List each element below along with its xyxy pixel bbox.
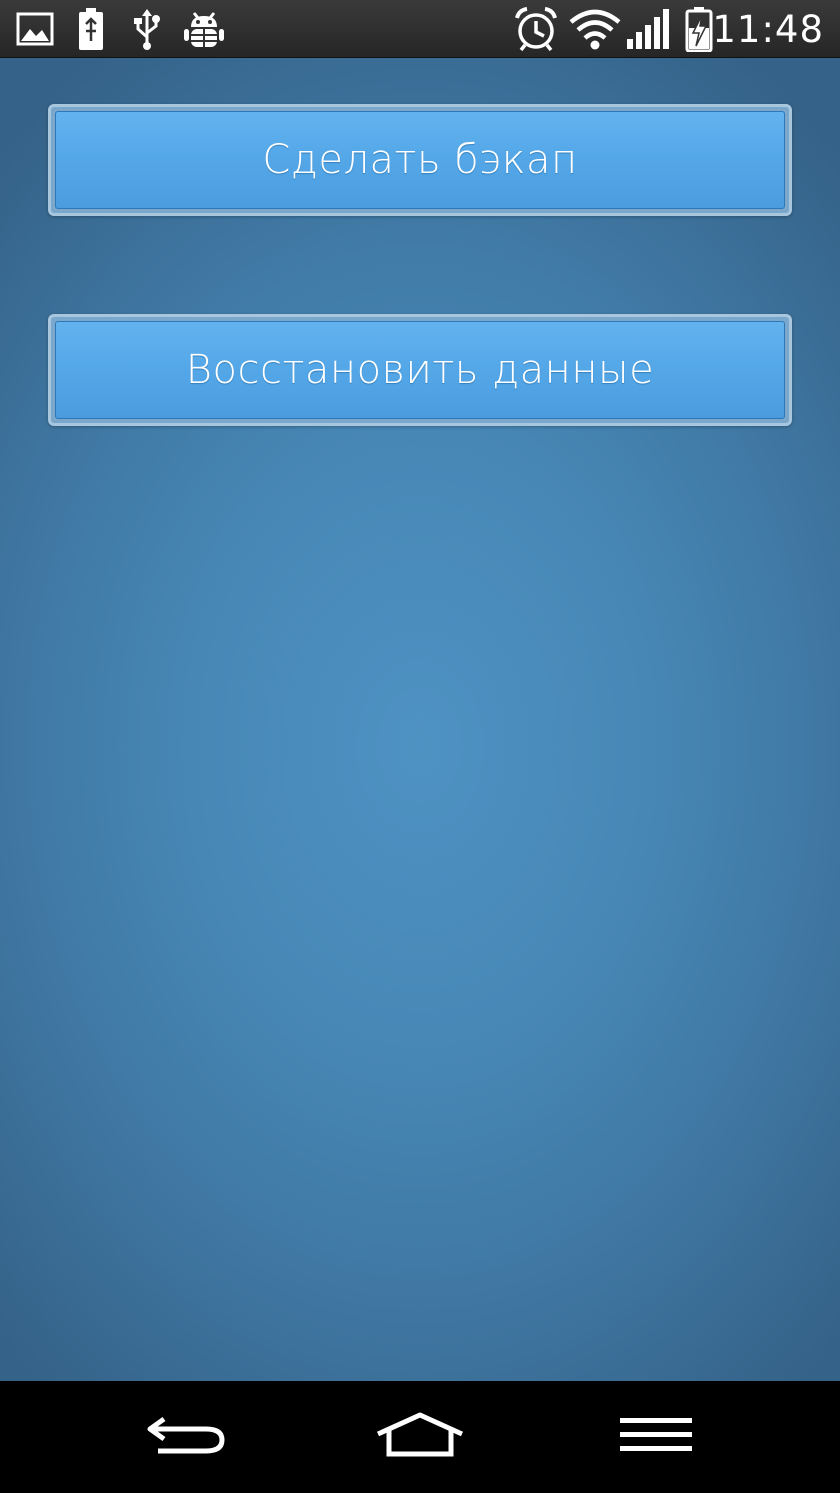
restore-button-frame: Восстановить данные [48,314,792,426]
back-icon [144,1413,228,1461]
restore-button[interactable]: Восстановить данные [55,321,785,419]
android-debug-icon [180,0,228,58]
backup-button-frame: Сделать бэкап [48,104,792,216]
wifi-icon [566,0,624,58]
home-button[interactable] [320,1381,520,1493]
battery-saver-icon [74,0,108,58]
usb-icon [130,0,164,58]
home-icon [374,1412,466,1462]
signal-strength-icon [624,0,672,58]
alarm-clock-icon [512,0,560,58]
navigation-bar [0,1381,840,1493]
status-bar: 11:48 [0,0,840,58]
app-content: Сделать бэкап Восстановить данные [0,58,840,1381]
menu-icon [618,1415,694,1459]
back-button[interactable] [86,1381,286,1493]
battery-charging-icon [682,0,716,58]
image-notification-icon [14,0,56,58]
status-bar-time: 11:48 [712,8,824,51]
screen: 11:48 Сделать бэкап Восстановить данные [0,0,840,1493]
backup-button[interactable]: Сделать бэкап [55,111,785,209]
menu-button[interactable] [556,1381,756,1493]
